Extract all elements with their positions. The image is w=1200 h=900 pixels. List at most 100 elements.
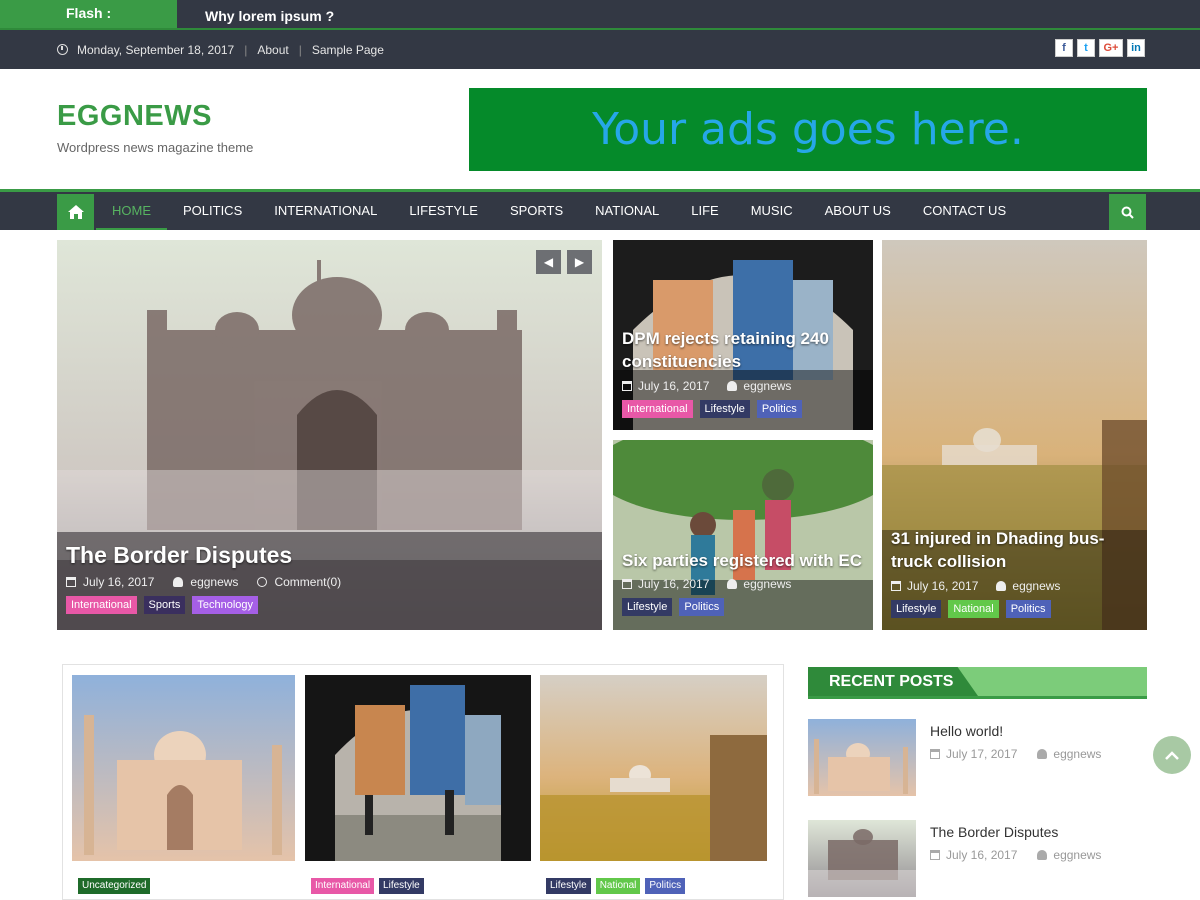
facebook-icon[interactable]: f (1055, 39, 1073, 57)
tag-lifestyle[interactable]: Lifestyle (891, 600, 942, 618)
twitter-icon[interactable]: t (1077, 39, 1095, 57)
tag-politics[interactable]: Politics (1005, 600, 1051, 618)
tag-national[interactable]: National (595, 878, 641, 894)
recent-post-author[interactable]: eggnews (1053, 848, 1101, 862)
calendar-icon (66, 577, 76, 587)
featured-bottom-date: July 16, 2017 (638, 577, 710, 591)
home-button[interactable] (57, 194, 94, 230)
featured-right[interactable]: 31 injured in Dhading bus-truck collisio… (882, 240, 1147, 630)
tag-technology[interactable]: Technology (192, 596, 258, 614)
nav-item-lifestyle[interactable]: LIFESTYLE (393, 192, 494, 230)
recent-post-item[interactable]: The Border Disputes July 16, 2017 eggnew… (808, 820, 1148, 898)
featured-main-title[interactable]: The Border Disputes (66, 542, 593, 569)
featured-right-date: July 16, 2017 (907, 579, 979, 593)
nav-item-life[interactable]: LIFE (675, 192, 734, 230)
recent-posts-header: RECENT POSTS (808, 667, 1147, 699)
featured-right-title[interactable]: 31 injured in Dhading bus-truck collisio… (891, 527, 1138, 573)
grid-card[interactable]: International Lifestyle (305, 675, 531, 900)
flash-bar: Flash : Why lorem ipsum ? (0, 0, 1200, 30)
tag-lifestyle[interactable]: Lifestyle (379, 878, 424, 894)
featured-main-author[interactable]: eggnews (190, 575, 238, 589)
user-icon (1037, 749, 1048, 759)
current-date: Monday, September 18, 2017 (77, 42, 235, 57)
nav-item-music[interactable]: MUSIC (735, 192, 809, 230)
tag-politics[interactable]: Politics (645, 878, 686, 894)
slider-prev-button[interactable]: ◀ (536, 250, 561, 274)
flash-label: Flash : (0, 0, 177, 28)
user-icon (1037, 850, 1048, 860)
slider-next-button[interactable]: ▶ (567, 250, 592, 274)
site-logo[interactable]: EGGNEWS (57, 100, 212, 133)
user-icon (727, 381, 738, 391)
clock-icon (57, 44, 68, 55)
featured-bottom-author[interactable]: eggnews (743, 577, 791, 591)
user-icon (996, 581, 1007, 591)
home-icon (67, 205, 84, 219)
calendar-icon (622, 579, 632, 589)
site-header: EGGNEWS Wordpress news magazine theme Yo… (0, 69, 1200, 189)
grid-card-image (72, 675, 295, 861)
search-button[interactable] (1109, 194, 1146, 230)
recent-post-title[interactable]: Hello world! (930, 723, 1003, 739)
nav-item-sports[interactable]: SPORTS (494, 192, 579, 230)
calendar-icon (930, 749, 940, 759)
user-icon (727, 579, 738, 589)
featured-bottom[interactable]: Six parties registered with EC July 16, … (613, 440, 873, 630)
nav-item-international[interactable]: INTERNATIONAL (258, 192, 393, 230)
tag-national[interactable]: National (948, 600, 999, 618)
top-link-sample-page[interactable]: Sample Page (312, 43, 384, 57)
user-icon (173, 577, 184, 587)
featured-top-title[interactable]: DPM rejects retaining 240 constituencies (622, 327, 864, 373)
site-tagline: Wordpress news magazine theme (57, 140, 254, 155)
tag-sports[interactable]: Sports (143, 596, 186, 614)
tag-international[interactable]: International (66, 596, 137, 614)
ad-banner[interactable]: Your ads goes here. (469, 88, 1147, 171)
calendar-icon (622, 381, 632, 391)
grid-card-image (540, 675, 767, 861)
post-grid: Uncategorized International Lifestyle Li… (62, 664, 784, 900)
grid-card-image (305, 675, 531, 861)
featured-main-comments[interactable]: Comment(0) (274, 575, 341, 589)
grid-card[interactable]: Lifestyle National Politics (540, 675, 767, 900)
social-links: f t G+ in (1055, 39, 1145, 57)
tag-lifestyle[interactable]: Lifestyle (622, 598, 673, 616)
nav-item-home[interactable]: HOME (96, 192, 167, 230)
tag-uncategorized[interactable]: Uncategorized (78, 878, 151, 894)
grid-card[interactable]: Uncategorized (72, 675, 295, 900)
recent-post-author[interactable]: eggnews (1053, 747, 1101, 761)
main-nav: HOME POLITICS INTERNATIONAL LIFESTYLE SP… (0, 189, 1200, 230)
tag-politics[interactable]: Politics (679, 598, 725, 616)
calendar-icon (891, 581, 901, 591)
featured-top-author[interactable]: eggnews (743, 379, 791, 393)
nav-item-politics[interactable]: POLITICS (167, 192, 258, 230)
nav-item-national[interactable]: NATIONAL (579, 192, 675, 230)
tag-international[interactable]: International (622, 400, 693, 418)
featured-main[interactable]: ◀ ▶ The Border Disputes July 16, 2017 eg… (57, 240, 602, 630)
recent-post-title[interactable]: The Border Disputes (930, 824, 1058, 840)
back-to-top-button[interactable] (1153, 736, 1191, 774)
featured-top[interactable]: DPM rejects retaining 240 constituencies… (613, 240, 873, 430)
top-bar: Monday, September 18, 2017 | About | Sam… (0, 30, 1200, 69)
recent-post-thumbnail (808, 820, 916, 897)
tag-politics[interactable]: Politics (756, 400, 802, 418)
featured-top-date: July 16, 2017 (638, 379, 710, 393)
recent-post-thumbnail (808, 719, 916, 796)
chevron-up-icon (1165, 751, 1179, 760)
top-link-about[interactable]: About (257, 43, 288, 57)
tag-international[interactable]: International (311, 878, 375, 894)
linkedin-icon[interactable]: in (1127, 39, 1145, 57)
recent-post-item[interactable]: Hello world! July 17, 2017 eggnews (808, 719, 1148, 797)
nav-item-about-us[interactable]: ABOUT US (809, 192, 907, 230)
featured-main-date: July 16, 2017 (83, 575, 155, 589)
featured-right-author[interactable]: eggnews (1012, 579, 1060, 593)
google-plus-icon[interactable]: G+ (1099, 39, 1123, 57)
comment-icon (257, 577, 268, 587)
tag-lifestyle[interactable]: Lifestyle (546, 878, 591, 894)
recent-post-date: July 16, 2017 (946, 848, 1018, 862)
calendar-icon (930, 850, 940, 860)
flash-headline[interactable]: Why lorem ipsum ? (205, 0, 334, 28)
recent-posts-title: RECENT POSTS (829, 673, 954, 690)
nav-item-contact-us[interactable]: CONTACT US (907, 192, 1022, 230)
tag-lifestyle[interactable]: Lifestyle (699, 400, 750, 418)
featured-bottom-title[interactable]: Six parties registered with EC (622, 551, 864, 571)
